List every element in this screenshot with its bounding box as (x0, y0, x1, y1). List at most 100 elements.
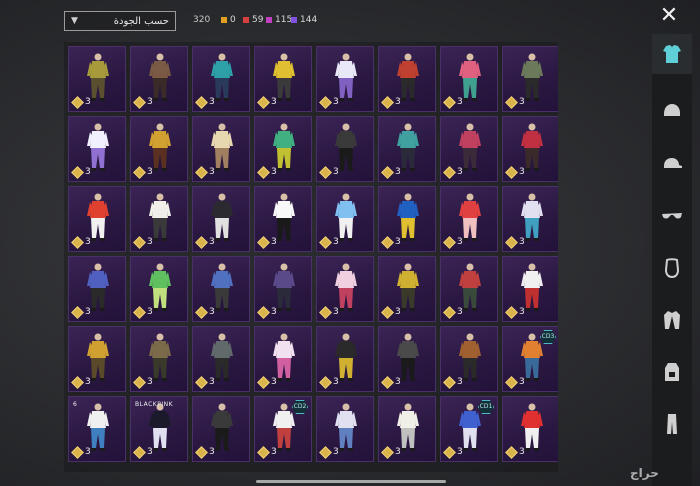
diamond-icon (71, 305, 84, 319)
sort-label: حسب الجودة (113, 15, 169, 27)
outfit-figure (273, 263, 295, 311)
outfit-item-card[interactable]: 3 (502, 396, 558, 462)
outfit-item-card[interactable]: 3 (316, 326, 374, 392)
item-quantity-value: 3 (333, 97, 339, 107)
outfit-item-card[interactable]: 3 (254, 46, 312, 112)
item-quantity: 3 (133, 235, 153, 249)
outfit-item-card[interactable]: 3 (68, 326, 126, 392)
outfit-item-card[interactable]: 3 (130, 116, 188, 182)
outfit-item-card[interactable]: 3 (130, 186, 188, 252)
outfit-item-card[interactable]: 3 (130, 46, 188, 112)
item-quantity: 3 (319, 235, 339, 249)
item-quantity: 3 (505, 305, 525, 319)
tab-jackets[interactable] (652, 300, 692, 340)
item-quantity-value: 3 (457, 307, 463, 317)
outfit-figure (87, 53, 109, 101)
outfit-item-card[interactable]: 3 (502, 256, 558, 322)
outfit-item-card[interactable]: 3 (68, 256, 126, 322)
outfit-item-card[interactable]: 3 (192, 186, 250, 252)
outfit-item-card[interactable]: 3 CD3 (502, 326, 558, 392)
outfit-item-card[interactable]: 3 (378, 256, 436, 322)
outfit-item-card[interactable]: 3 (316, 256, 374, 322)
tab-pants[interactable] (652, 404, 692, 444)
outfit-item-card[interactable]: 3 (440, 186, 498, 252)
diamond-icon (133, 375, 146, 389)
outfit-item-card[interactable]: 3 (440, 46, 498, 112)
outfit-item-card[interactable]: 3 (378, 396, 436, 462)
diamond-icon (71, 165, 84, 179)
outfit-item-card[interactable]: 3 (254, 256, 312, 322)
outfit-item-card[interactable]: 3 (254, 116, 312, 182)
outfit-item-card[interactable]: 3 (68, 116, 126, 182)
outfit-item-card[interactable]: 3 (440, 256, 498, 322)
diamond-icon (319, 445, 332, 459)
outfit-item-card[interactable]: 3 CD2 (254, 396, 312, 462)
diamond-icon (505, 305, 518, 319)
outfit-item-card[interactable]: 3 (440, 326, 498, 392)
item-quantity-value: 3 (333, 307, 339, 317)
tab-helmets[interactable] (652, 92, 692, 132)
scroll-indicator[interactable] (256, 480, 446, 483)
outfit-figure (149, 53, 171, 101)
outfit-item-card[interactable]: 3 (192, 326, 250, 392)
outfit-item-card[interactable]: 3 (192, 46, 250, 112)
item-quantity: 3 (381, 305, 401, 319)
item-quantity-value: 3 (395, 377, 401, 387)
outfit-item-card[interactable]: 3 (316, 186, 374, 252)
close-button[interactable]: ✕ (657, 4, 681, 28)
item-quantity-value: 3 (457, 447, 463, 457)
outfit-item-card[interactable]: 3 (130, 326, 188, 392)
diamond-icon (195, 95, 208, 109)
diamond-icon (71, 235, 84, 249)
outfit-item-card[interactable]: 3 (68, 46, 126, 112)
outfit-item-card[interactable]: 3 (378, 186, 436, 252)
outfit-item-card[interactable]: 3 (254, 326, 312, 392)
outfit-item-card[interactable]: 3 (316, 46, 374, 112)
backpack-icon (665, 363, 679, 381)
outfit-item-card[interactable]: 3 (316, 396, 374, 462)
outfit-item-card[interactable]: 3 BLACKPINK (130, 396, 188, 462)
outfit-item-card[interactable]: 3 (502, 46, 558, 112)
tab-hats[interactable] (652, 144, 692, 184)
outfit-item-card[interactable]: 3 CD1 (440, 396, 498, 462)
item-quantity-value: 3 (85, 447, 91, 457)
tab-outfits[interactable] (652, 34, 692, 74)
item-quantity-value: 3 (209, 237, 215, 247)
item-quantity: 3 (257, 305, 277, 319)
outfit-item-card[interactable]: 3 (192, 256, 250, 322)
outfit-item-card[interactable]: 3 (378, 326, 436, 392)
item-quantity: 3 (319, 445, 339, 459)
item-quantity-value: 3 (395, 237, 401, 247)
outfit-item-card[interactable]: 3 (68, 186, 126, 252)
outfit-item-card[interactable]: 3 (440, 116, 498, 182)
outfit-item-card[interactable]: 3 (192, 116, 250, 182)
diamond-icon (257, 305, 270, 319)
outfit-item-card[interactable]: 36 (68, 396, 126, 462)
item-quantity: 3 (133, 95, 153, 109)
diamond-icon (257, 375, 270, 389)
outfit-item-card[interactable]: 3 (130, 256, 188, 322)
tab-backpacks[interactable] (652, 352, 692, 392)
item-quantity: 3 (443, 235, 463, 249)
outfit-item-card[interactable]: 3 (502, 116, 558, 182)
outfit-item-card[interactable]: 3 (316, 116, 374, 182)
outfit-item-card[interactable]: 3 (378, 46, 436, 112)
outfit-item-card[interactable]: 3 (502, 186, 558, 252)
tab-glasses[interactable] (652, 196, 692, 236)
item-quantity: 3 (71, 305, 91, 319)
jacket-icon (664, 311, 680, 329)
outfit-item-card[interactable]: 3 (254, 186, 312, 252)
diamond-icon (257, 95, 270, 109)
outfit-item-card[interactable]: 3 (378, 116, 436, 182)
diamond-icon (71, 95, 84, 109)
item-quantity-value: 3 (271, 167, 277, 177)
item-quantity-value: 3 (147, 97, 153, 107)
tab-masks[interactable] (652, 248, 692, 288)
item-quantity: 3 (319, 375, 339, 389)
item-quantity-value: 3 (519, 307, 525, 317)
sort-quality-dropdown[interactable]: ▼ حسب الجودة (64, 11, 176, 31)
item-quantity-value: 3 (333, 447, 339, 457)
item-quantity-value: 3 (333, 377, 339, 387)
outfit-item-card[interactable]: 3 (192, 396, 250, 462)
square-icon (266, 17, 272, 23)
